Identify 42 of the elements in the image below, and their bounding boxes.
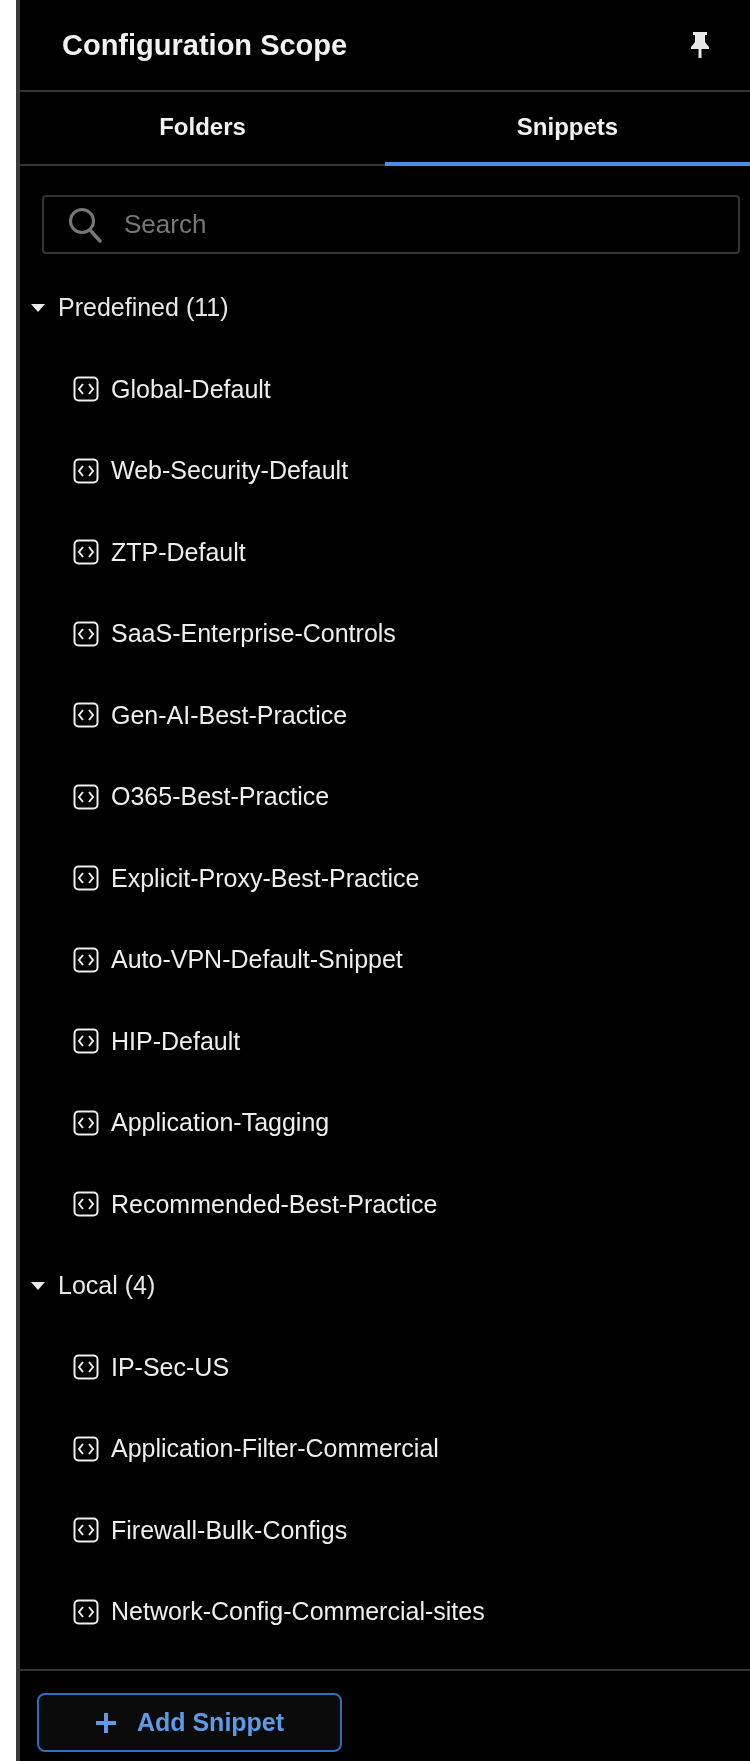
snippet-item[interactable]: O365-Best-Practice — [20, 756, 750, 838]
group-label: Local (4) — [58, 1271, 156, 1301]
code-icon — [73, 1517, 99, 1544]
snippet-item[interactable]: HIP-Default — [20, 1000, 750, 1082]
code-icon — [73, 1598, 99, 1625]
snippet-item[interactable]: Explicit-Proxy-Best-Practice — [20, 837, 750, 919]
code-icon — [73, 1028, 99, 1055]
code-icon — [73, 1109, 99, 1136]
add-snippet-button[interactable]: Add Snippet — [37, 1693, 342, 1752]
panel-title: Configuration Scope — [62, 28, 348, 62]
snippet-item[interactable]: Network-Config-Commercial-sites — [20, 1571, 750, 1653]
code-icon — [73, 1191, 99, 1218]
code-icon — [73, 1354, 99, 1381]
code-icon — [73, 1435, 99, 1462]
code-icon — [73, 376, 99, 403]
code-icon — [73, 946, 99, 973]
group-label: Predefined (11) — [58, 293, 229, 323]
tab[interactable]: Folders — [20, 92, 385, 166]
snippet-item[interactable]: Application-Filter-Commercial — [20, 1408, 750, 1490]
snippet-item[interactable]: Global-Default — [20, 348, 750, 430]
tab[interactable]: Snippets — [385, 92, 750, 166]
snippet-item[interactable]: Application-Tagging — [20, 1082, 750, 1164]
code-icon — [73, 620, 99, 647]
snippet-item[interactable]: Web-Security-Default — [20, 430, 750, 512]
snippet-item[interactable]: Firewall-Bulk-Configs — [20, 1489, 750, 1571]
snippet-item[interactable]: Recommended-Best-Practice — [20, 1163, 750, 1245]
group-header[interactable]: Local (4) — [20, 1245, 156, 1327]
snippet-item[interactable]: IP-Sec-US — [20, 1326, 750, 1408]
pin-icon[interactable] — [690, 31, 710, 59]
code-icon — [73, 457, 99, 484]
snippet-item[interactable]: Gen-AI-Best-Practice — [20, 674, 750, 756]
snippet-item[interactable]: Auto-VPN-Default-Snippet — [20, 919, 750, 1001]
search-field[interactable]: Search — [42, 195, 740, 254]
snippet-item[interactable]: SaaS-Enterprise-Controls — [20, 593, 750, 675]
plus-icon — [94, 1711, 117, 1734]
code-icon — [73, 783, 99, 810]
snippet-item[interactable]: ZTP-Default — [20, 511, 750, 593]
search-icon — [68, 207, 102, 243]
code-icon — [73, 865, 99, 892]
group-header[interactable]: Predefined (11) — [20, 267, 229, 349]
code-icon — [73, 539, 99, 566]
code-icon — [73, 702, 99, 729]
